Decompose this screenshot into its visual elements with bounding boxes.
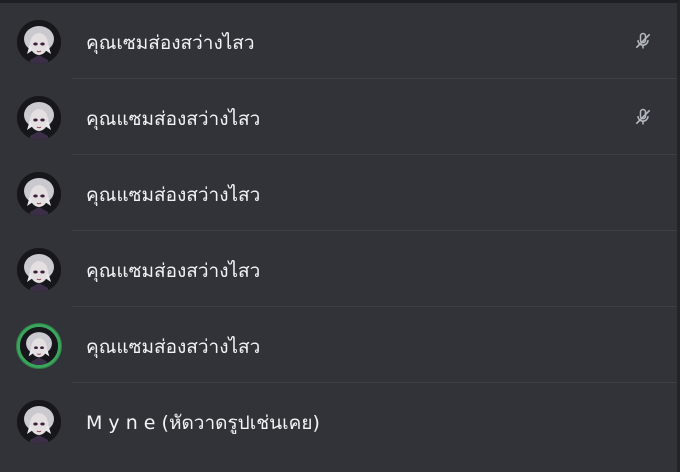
avatar-speaking[interactable] — [17, 324, 61, 368]
participant-row[interactable]: คุณแซมส่องสว่างไสว — [0, 155, 677, 231]
participant-row[interactable]: M y n e (หัดวาดรูปเช่นเคย) — [0, 383, 677, 459]
avatar[interactable] — [17, 96, 61, 140]
participant-name: คุณแซมส่องสว่างไสว — [86, 184, 261, 206]
avatar[interactable] — [17, 400, 61, 444]
avatar-image — [17, 20, 61, 64]
participant-row[interactable]: คุณเซมส่องสว่างไสว — [0, 3, 677, 79]
participant-name: M y n e (หัดวาดรูปเช่นเคย) — [86, 412, 320, 434]
participant-name: คุณแซมส่องสว่างไสว — [86, 336, 261, 358]
avatar-image — [17, 400, 61, 444]
avatar[interactable] — [17, 248, 61, 292]
microphone-muted-icon — [635, 108, 651, 125]
participant-name: คุณแซมส่องสว่างไสว — [86, 108, 261, 130]
participant-name: คุณแซมส่องสว่างไสว — [86, 260, 261, 282]
avatar-image — [17, 172, 61, 216]
avatar[interactable] — [17, 20, 61, 64]
voice-participant-list: คุณเซมส่องสว่างไสว คุณแซมส่องสว่างไสว คุ… — [0, 0, 680, 472]
participant-row[interactable]: คุณแซมส่องสว่างไสว — [0, 307, 677, 383]
microphone-muted-icon — [635, 32, 651, 49]
participant-row[interactable]: คุณแซมส่องสว่างไสว — [0, 231, 677, 307]
avatar-image — [20, 327, 58, 365]
participant-row[interactable]: คุณแซมส่องสว่างไสว — [0, 79, 677, 155]
avatar-image — [17, 248, 61, 292]
avatar-image — [17, 96, 61, 140]
participant-name: คุณเซมส่องสว่างไสว — [86, 32, 255, 54]
avatar[interactable] — [17, 172, 61, 216]
